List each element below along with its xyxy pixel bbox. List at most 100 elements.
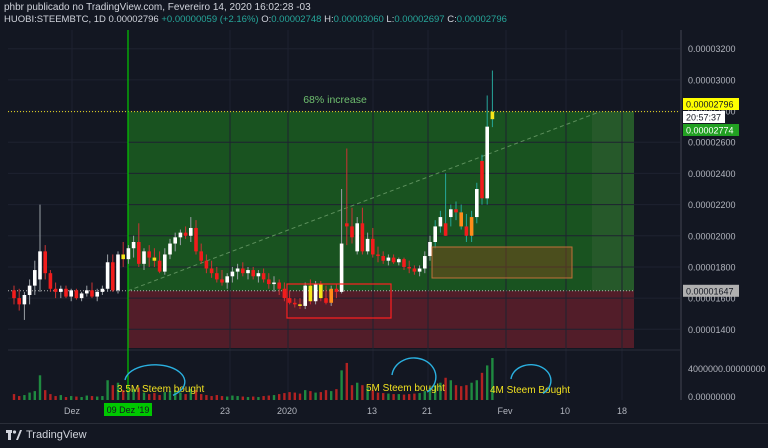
candle-body [402, 259, 406, 267]
candle-body [100, 288, 105, 292]
y-tick-label: 0.00002200 [688, 200, 736, 210]
candle-body [256, 273, 261, 277]
x-tick-label: 18 [617, 406, 627, 416]
candle-body [48, 273, 53, 289]
candle-body [183, 232, 188, 236]
candle-body [251, 270, 255, 277]
open-label: O: [261, 14, 272, 25]
candle-body [85, 290, 89, 294]
candle-body [126, 248, 131, 260]
candle-body [215, 273, 219, 280]
footer-bar: TradingView [0, 423, 768, 448]
candle-body [293, 302, 297, 305]
x-tick-label: Fev [497, 406, 513, 416]
candle-body [449, 209, 453, 218]
candle-body [459, 212, 463, 227]
candle-body [168, 243, 172, 255]
volume-bar [231, 395, 234, 400]
tradingview-logo[interactable]: TradingView [6, 429, 87, 441]
candle-body [95, 291, 99, 297]
volume-bar [106, 380, 109, 400]
volume-bar [350, 385, 354, 400]
volume-bar [75, 396, 78, 400]
ma-price-label: 0.00002774 [686, 126, 734, 136]
volume-bar [262, 396, 265, 400]
volume-bar [413, 393, 416, 400]
volume-bar [85, 395, 88, 400]
tradingview-icon [6, 430, 22, 441]
volume-bar [470, 382, 473, 400]
low-value: 0.00002697 [394, 14, 445, 25]
volume-bar [267, 395, 270, 400]
accumulation-box[interactable] [431, 246, 573, 279]
candle-body [428, 242, 432, 257]
candle-body [59, 288, 63, 292]
high-value: 0.00003060 [333, 14, 384, 25]
volume-bar [80, 397, 83, 400]
candle-body [235, 268, 240, 272]
volume-bar [454, 385, 458, 400]
volume-bar [23, 395, 26, 400]
x-tick-label: 2020 [277, 406, 297, 416]
volume-bar [298, 393, 302, 400]
candle-body [475, 189, 479, 218]
volume-bar [475, 380, 478, 400]
volume-bar [96, 396, 99, 400]
price-change: +0.00000059 (+2.16%) [161, 14, 259, 25]
candle-body [220, 279, 224, 283]
candle-body [22, 295, 27, 305]
candle-body [267, 279, 271, 285]
volume-bar [111, 385, 114, 400]
candle-body [53, 288, 58, 292]
buy-label-2: 5M Steem bought [366, 383, 445, 394]
candle-body [147, 251, 151, 258]
profit-zone-end [592, 111, 634, 291]
candle-body [12, 290, 16, 299]
candle-body [454, 209, 458, 213]
volume-bar [304, 390, 307, 400]
candle-body [313, 284, 318, 302]
candle-body [365, 238, 370, 252]
volume-bar [314, 392, 317, 400]
volume-bar [418, 393, 421, 400]
open-value: 0.00002748 [271, 14, 322, 25]
y-tick-label: 0.00003200 [688, 44, 736, 54]
candle-body [371, 238, 375, 255]
candle-body [360, 223, 365, 252]
y-tick-label: 0.00001400 [688, 325, 736, 335]
chart-canvas: 68% increase 3.5M Steem bought 5M Steem bo… [8, 30, 766, 416]
increase-label: 68% increase [303, 94, 367, 106]
candle-body [423, 256, 427, 269]
volume-bar [293, 392, 296, 400]
symbol-name[interactable]: HUOBI:STEEMBTC, 1D [4, 14, 106, 25]
candle-body [116, 254, 120, 291]
volume-bar [309, 391, 312, 400]
volume-bar [205, 395, 208, 400]
volume-bar [220, 396, 224, 400]
candle-body [142, 251, 146, 264]
volume-bar [486, 365, 489, 400]
volume-bar [340, 370, 343, 400]
volume-bar [70, 396, 73, 400]
candle-body [17, 298, 21, 305]
chart-header: phbr publicado no TradingView.com, Fever… [0, 0, 768, 28]
volume-bar [335, 389, 338, 400]
candle-body [397, 259, 401, 263]
volume-bar [324, 390, 328, 400]
candle-body [137, 242, 141, 264]
candle-body [121, 254, 125, 260]
candle-body [194, 227, 198, 252]
candle-body [480, 160, 484, 199]
candle-body [246, 270, 250, 274]
volume-bar [226, 396, 229, 400]
candle-body [74, 290, 79, 299]
volume-bar [215, 395, 218, 400]
candle-body [111, 262, 115, 291]
volume-bar [210, 396, 213, 400]
candle-body [33, 270, 37, 286]
volume-bar [465, 385, 468, 400]
last-price-label: 0.00002796 [686, 100, 734, 110]
x-tick-label: 23 [220, 406, 230, 416]
volume-bar [460, 386, 463, 400]
candle-body [308, 285, 313, 302]
